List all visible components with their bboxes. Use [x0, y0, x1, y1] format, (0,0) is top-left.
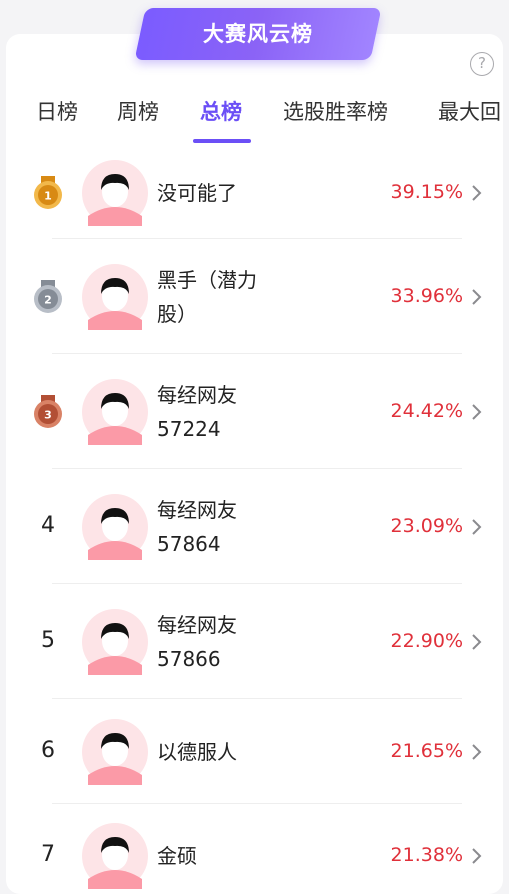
user-name-line-1: 以德服人	[157, 740, 237, 764]
svg-text:1: 1	[44, 190, 52, 203]
avatar[interactable]	[82, 379, 148, 445]
user-name: 黑手（潜力股）	[157, 263, 327, 331]
avatar[interactable]	[82, 823, 148, 889]
row-divider	[52, 698, 462, 699]
user-name: 每经网友 57864	[157, 493, 327, 561]
avatar[interactable]	[82, 609, 148, 675]
tab-daily[interactable]: 日榜	[36, 92, 78, 132]
chevron-right-icon[interactable]	[470, 632, 484, 652]
user-name-line-2: 57864	[157, 532, 221, 556]
return-rate: 21.65%	[390, 740, 463, 762]
gold-medal-icon: 1	[33, 176, 63, 210]
rank-number: 5	[41, 628, 55, 653]
user-name-line-2: 57224	[157, 417, 221, 441]
return-rate: 23.09%	[390, 515, 463, 537]
user-name-line-1: 没可能了	[157, 181, 237, 205]
active-tab-indicator	[193, 139, 251, 143]
row-divider	[52, 353, 462, 354]
chevron-right-icon[interactable]	[470, 846, 484, 866]
return-rate: 22.90%	[390, 630, 463, 652]
row-divider	[52, 583, 462, 584]
tab-max-drawdown[interactable]: 最大回	[438, 92, 501, 132]
silver-medal-icon: 2	[33, 280, 63, 314]
return-rate: 21.38%	[390, 844, 463, 866]
chevron-right-icon[interactable]	[470, 287, 484, 307]
return-rate: 39.15%	[390, 181, 463, 203]
chevron-right-icon[interactable]	[470, 742, 484, 762]
user-name-line-1: 金硕	[157, 844, 197, 868]
rank-number: 6	[41, 738, 55, 763]
user-name-line-2: 57866	[157, 647, 221, 671]
avatar[interactable]	[82, 494, 148, 560]
return-rate: 24.42%	[390, 400, 463, 422]
row-divider	[52, 238, 462, 239]
user-name: 每经网友 57866	[157, 608, 327, 676]
rank-number: 4	[41, 513, 55, 538]
row-divider	[52, 803, 462, 804]
user-name-line-1: 每经网友	[157, 498, 237, 522]
row-divider	[52, 468, 462, 469]
tab-bar: 日榜 周榜 总榜 选股胜率榜 最大回	[0, 92, 509, 142]
chevron-right-icon[interactable]	[470, 183, 484, 203]
avatar[interactable]	[82, 719, 148, 785]
tab-overall[interactable]: 总榜	[200, 92, 242, 132]
user-name: 金硕	[157, 839, 327, 873]
chevron-right-icon[interactable]	[470, 517, 484, 537]
banner-title: 大赛风云榜	[203, 22, 313, 46]
user-name: 以德服人	[157, 735, 327, 769]
svg-text:2: 2	[44, 294, 52, 307]
user-name-line-1: 每经网友	[157, 613, 237, 637]
user-name-line-2: 股）	[157, 302, 197, 326]
user-name: 没可能了	[157, 176, 327, 210]
return-rate: 33.96%	[390, 285, 463, 307]
tab-pick-win-rate[interactable]: 选股胜率榜	[283, 92, 388, 132]
user-name-line-1: 黑手（潜力	[157, 268, 257, 292]
svg-text:3: 3	[44, 409, 52, 422]
user-name: 每经网友 57224	[157, 378, 327, 446]
leaderboard-banner: 大赛风云榜	[134, 8, 382, 60]
rank-number: 7	[41, 842, 55, 867]
chevron-right-icon[interactable]	[470, 402, 484, 422]
avatar[interactable]	[82, 160, 148, 226]
bronze-medal-icon: 3	[33, 395, 63, 429]
tab-weekly[interactable]: 周榜	[117, 92, 159, 132]
help-icon[interactable]: ?	[470, 52, 494, 76]
avatar[interactable]	[82, 264, 148, 330]
user-name-line-1: 每经网友	[157, 383, 237, 407]
